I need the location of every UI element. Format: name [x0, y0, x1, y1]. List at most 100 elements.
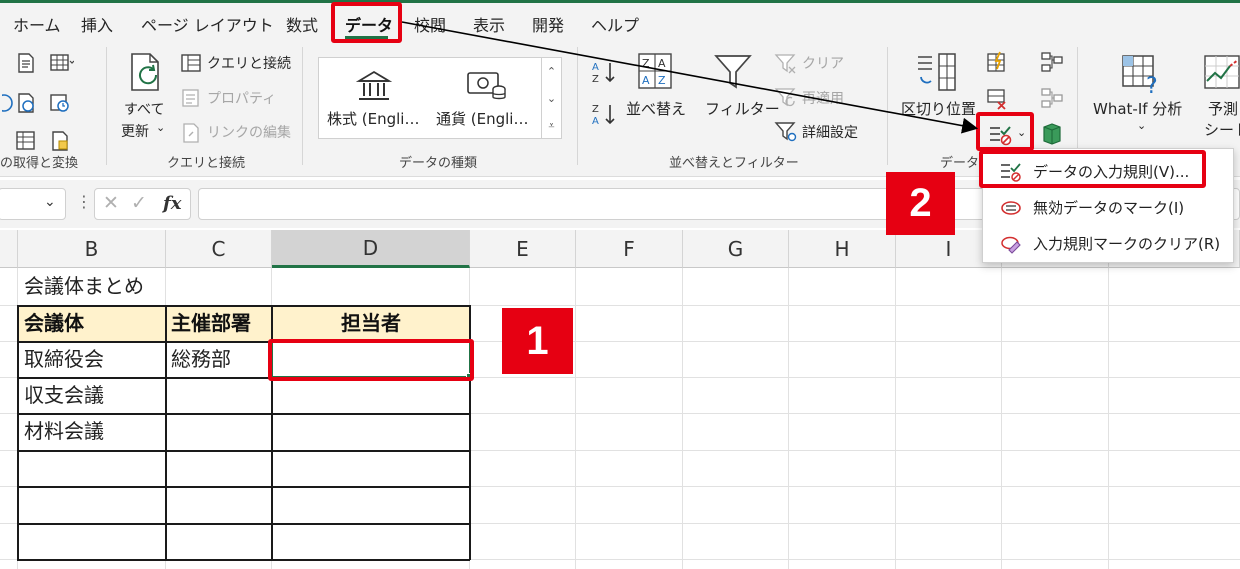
currencies-icon[interactable] [465, 69, 507, 103]
group-label-sort-filter: 並べ替えとフィルター [669, 156, 799, 171]
remove-duplicates-icon[interactable] [985, 87, 1009, 111]
advanced-label[interactable]: 詳細設定 [802, 122, 858, 142]
tab-home[interactable]: ホーム [13, 12, 61, 36]
table-header-cell[interactable]: 会議体 [18, 306, 166, 341]
sort-z-a-icon[interactable]: ZA [591, 101, 617, 127]
svg-text:Z: Z [592, 74, 599, 85]
table-border [17, 523, 470, 525]
column-header-g[interactable]: G [683, 230, 789, 268]
consolidate-icon[interactable] [1040, 87, 1064, 109]
column-header-e[interactable]: E [470, 230, 576, 268]
from-web-icon-partial[interactable] [2, 91, 14, 115]
recent-sources-icon[interactable] [48, 91, 72, 115]
data-model-icon[interactable] [1040, 123, 1064, 145]
menu-item-label: 入力規則マークのクリア(R) [1033, 235, 1221, 253]
stocks-label[interactable]: 株式 (Engli… [327, 108, 419, 129]
highlight-data-validation-button [976, 112, 1034, 151]
forecast-sheet-label-line1[interactable]: 予測 [1208, 98, 1238, 119]
tab-help[interactable]: ヘルプ [591, 12, 639, 36]
clear-label: クリア [802, 56, 844, 72]
tab-formulas[interactable]: 数式 [286, 12, 318, 36]
refresh-all-label-line1[interactable]: すべて [124, 99, 164, 119]
column-header-d[interactable]: D [272, 230, 470, 268]
advanced-filter-icon[interactable] [774, 121, 798, 143]
column-header-a-partial[interactable] [0, 230, 18, 268]
tab-insert[interactable]: 挿入 [81, 12, 113, 36]
group-label-queries: クエリと接続 [167, 156, 246, 171]
header-label: 会議体 [24, 311, 84, 335]
what-if-label[interactable]: What-If 分析 [1093, 98, 1182, 119]
gallery-scroll-up-button[interactable]: ⌃ [542, 58, 561, 85]
gallery-expand-button[interactable]: ⩡ [542, 112, 561, 139]
table-cell[interactable]: 総務部 [171, 341, 231, 377]
what-if-analysis-icon[interactable]: ? [1120, 51, 1164, 95]
stocks-icon[interactable] [356, 69, 392, 103]
tab-page-layout[interactable]: ページ レイアウト [141, 12, 274, 36]
relationships-icon[interactable] [1040, 51, 1064, 73]
queries-connections-icon[interactable] [180, 53, 202, 73]
insert-function-icon[interactable]: fx [163, 193, 181, 214]
refresh-all-icon[interactable] [126, 51, 168, 95]
table-cell[interactable]: 収支会議 [24, 377, 104, 413]
reapply-icon [774, 88, 796, 107]
more-options-icon[interactable]: ⋮ [76, 192, 92, 211]
step-badge-1: 1 [502, 308, 573, 374]
clear-filter-icon [774, 54, 796, 74]
queries-connections-label[interactable]: クエリと接続 [207, 53, 291, 73]
sheet-title-cell[interactable]: 会議体まとめ [24, 268, 144, 304]
column-header-c[interactable]: C [166, 230, 272, 268]
sort-label[interactable]: 並べ替え [626, 98, 686, 119]
tab-view[interactable]: 表示 [473, 12, 505, 36]
forecast-sheet-icon[interactable] [1202, 53, 1240, 93]
header-label: 担当者 [341, 311, 401, 335]
svg-text:Z: Z [592, 104, 599, 115]
table-border [17, 413, 470, 415]
ribbon-tab-bar: ホーム 挿入 ページ レイアウト 数式 データ 校閲 表示 開発 ヘルプ [0, 3, 1240, 41]
flash-fill-icon[interactable] [985, 51, 1009, 75]
text-to-columns-icon[interactable] [915, 51, 959, 93]
enter-icon[interactable]: ✓ [131, 192, 147, 214]
filter-label[interactable]: フィルター [705, 98, 780, 119]
currencies-label[interactable]: 通貨 (Engli… [436, 108, 528, 129]
column-header-b[interactable]: B [18, 230, 166, 268]
column-header-h[interactable]: H [789, 230, 896, 268]
circle-invalid-data-icon [1001, 201, 1021, 215]
gallery-scroll-down-button[interactable]: ⌄ [542, 85, 561, 112]
from-file-icon[interactable] [48, 129, 72, 153]
group-label-data-tools-partial: データ [940, 156, 980, 171]
table-border [17, 305, 470, 307]
group-label-data-types: データの種類 [399, 156, 478, 171]
chevron-down-icon[interactable]: ⌄ [1137, 119, 1146, 132]
chevron-down-icon[interactable]: ⌄ [44, 194, 56, 210]
from-table-icon[interactable] [48, 51, 74, 75]
table-header-cell[interactable]: 担当者 [272, 306, 470, 341]
group-separator [577, 47, 578, 165]
menu-item-circle-invalid-data[interactable]: 無効データのマーク(I) [983, 189, 1233, 224]
svg-text:?: ? [1146, 74, 1158, 95]
cancel-icon[interactable]: ✕ [103, 192, 119, 214]
forecast-sheet-label-line2[interactable]: シート [1204, 119, 1240, 140]
filter-icon[interactable] [713, 53, 753, 91]
table-cell[interactable]: 取締役会 [24, 341, 104, 377]
refresh-all-label-line2[interactable]: 更新 [121, 121, 149, 141]
table-header-cell[interactable]: 主催部署 [166, 306, 272, 341]
svg-text:A: A [592, 116, 599, 127]
name-box[interactable]: ⌄ [0, 188, 66, 220]
table-cell[interactable]: 材料会議 [24, 413, 104, 449]
formula-buttons: ✕ ✓ fx [94, 188, 191, 220]
from-web-icon[interactable] [14, 91, 38, 115]
svg-text:Z: Z [642, 57, 650, 70]
group-label-get-transform: の取得と変換 [0, 156, 79, 171]
existing-connections-icon[interactable] [14, 129, 38, 153]
sort-a-z-icon[interactable]: AZ [591, 59, 617, 85]
tab-review[interactable]: 校閲 [414, 12, 446, 36]
column-header-f[interactable]: F [576, 230, 683, 268]
chevron-down-icon[interactable]: ⌄ [156, 121, 165, 134]
from-text-icon[interactable] [14, 51, 38, 75]
tab-developer[interactable]: 開発 [532, 12, 564, 36]
group-separator [106, 47, 107, 165]
highlight-data-validation-menu-item [979, 150, 1206, 188]
menu-item-clear-validation-circles[interactable]: 入力規則マークのクリア(R) [983, 225, 1233, 260]
text-to-columns-label[interactable]: 区切り位置 [901, 98, 976, 119]
sort-icon[interactable]: Z AA Z [636, 51, 674, 91]
